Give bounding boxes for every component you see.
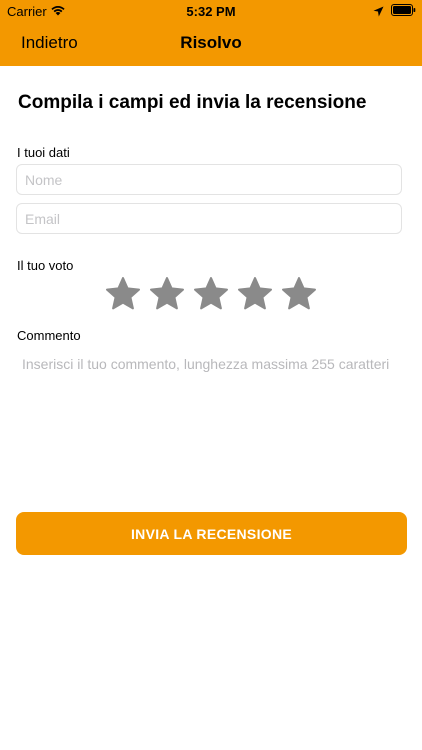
star-icon[interactable] — [237, 276, 273, 312]
star-icon[interactable] — [105, 276, 141, 312]
page-title: Compila i campi ed invia la recensione — [18, 92, 367, 113]
status-bar: Carrier 5:32 PM — [0, 0, 422, 22]
star-rating[interactable] — [105, 276, 317, 312]
name-field[interactable] — [16, 164, 402, 195]
comment-label: Commento — [17, 328, 81, 343]
header-bar: Carrier 5:32 PM Indietro Risolvo — [0, 0, 422, 66]
battery-icon — [391, 4, 416, 16]
your-data-label: I tuoi dati — [17, 145, 70, 160]
comment-textarea[interactable] — [16, 352, 406, 492]
star-icon[interactable] — [281, 276, 317, 312]
submit-review-button[interactable]: INVIA LA RECENSIONE — [16, 512, 407, 555]
star-icon[interactable] — [149, 276, 185, 312]
star-icon[interactable] — [193, 276, 229, 312]
status-time: 5:32 PM — [186, 4, 236, 19]
nav-title: Risolvo — [180, 33, 242, 52]
your-vote-label: Il tuo voto — [17, 258, 74, 273]
navigation-bar: Indietro Risolvo — [0, 22, 422, 66]
email-field[interactable] — [16, 203, 402, 234]
location-arrow-icon — [373, 5, 384, 17]
